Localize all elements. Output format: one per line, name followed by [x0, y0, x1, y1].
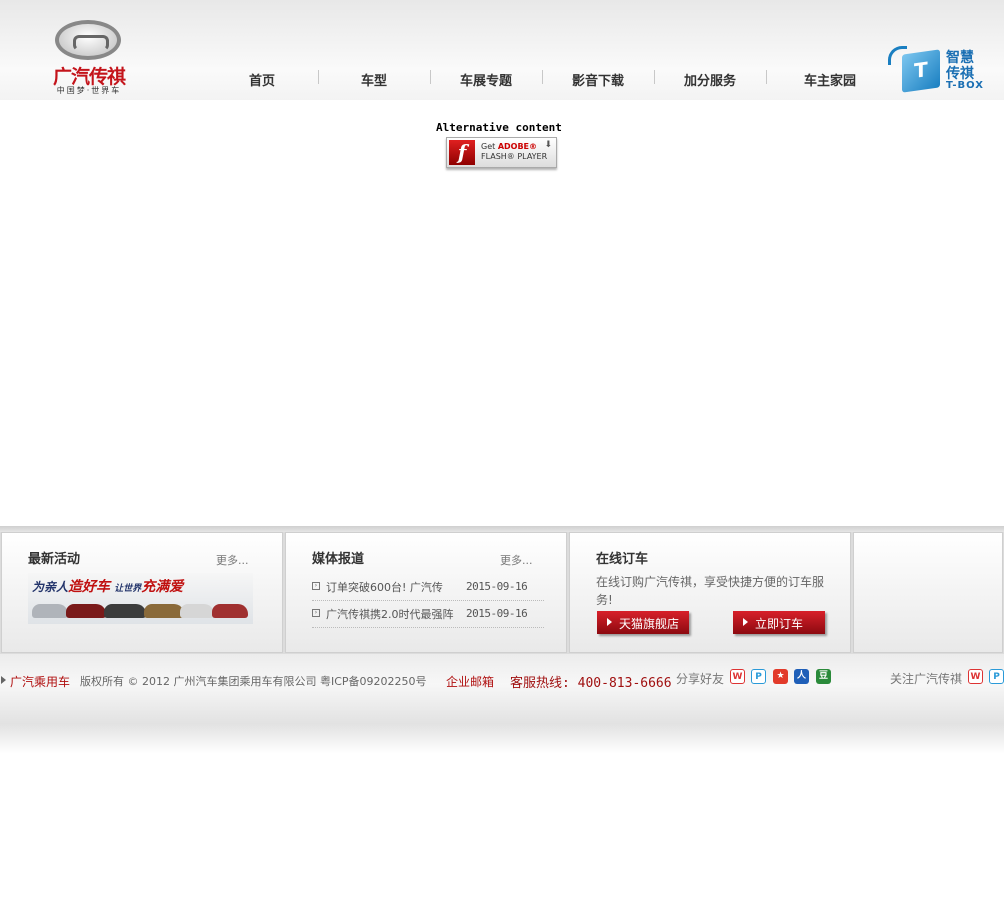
news-date: 2015-09-16	[466, 580, 528, 593]
flash-alternative-content: Alternative content	[436, 121, 562, 134]
latest-activities-panel: 最新活动 更多... 为亲人造好车 让世界充满爱	[1, 532, 283, 653]
car-image	[212, 604, 248, 618]
nav-home[interactable]: 首页	[206, 70, 318, 89]
nav-models[interactable]: 车型	[318, 70, 430, 89]
media-title: 媒体报道	[312, 552, 365, 567]
nav-owners-home[interactable]: 车主家园	[774, 70, 886, 89]
media-more-link[interactable]: 更多...	[500, 552, 533, 568]
site-footer: 广汽乘用车 版权所有 © 2012 广州汽车集团乘用车有限公司 粤ICP备092…	[0, 654, 1004, 754]
follow-label: 关注广汽传祺	[890, 672, 963, 686]
activity-promo-banner[interactable]: 为亲人造好车 让世界充满爱	[28, 573, 253, 624]
order-description: 在线订购广汽传祺，享受快捷方便的订车服务!	[596, 575, 825, 607]
gac-trumpchi-logo[interactable]: 广汽传祺 中国梦·世界车	[40, 18, 138, 96]
news-title: 订单突破600台! 广汽传	[326, 581, 443, 594]
order-title: 在线订车	[596, 552, 649, 567]
nav-auto-show[interactable]: 车展专题	[430, 70, 542, 89]
order-now-button[interactable]: 立即订车	[733, 611, 825, 634]
site-header: 广汽传祺 中国梦·世界车 首页 车型 车展专题 影音下载 加分服务 车主家园 智…	[0, 0, 1004, 100]
info-panels: 最新活动 更多... 为亲人造好车 让世界充满爱 媒体报道 更多... › 订单…	[0, 532, 1004, 654]
download-arrow-icon: ⬇	[544, 140, 552, 150]
nav-media-download[interactable]: 影音下载	[542, 70, 654, 89]
car-image	[66, 604, 106, 618]
weibo-share-icon[interactable]: W	[730, 669, 745, 684]
tbox-title: 智慧传祺	[946, 50, 974, 82]
qzone-share-icon[interactable]: ★	[773, 669, 788, 684]
service-hotline: 客服热线: 400-813-6666	[510, 676, 672, 691]
play-arrow-icon	[743, 618, 748, 626]
logo-slogan: 中国梦·世界车	[56, 86, 122, 95]
car-image	[104, 604, 146, 618]
car-image	[32, 604, 68, 618]
car-image	[144, 604, 184, 618]
footer-brand-link[interactable]: 广汽乘用车	[10, 673, 70, 690]
activities-title: 最新活动	[28, 552, 81, 567]
tencent-weibo-share-icon[interactable]: P	[751, 669, 766, 684]
get-flash-player-button[interactable]: f Get ADOBE® FLASH® PLAYER ⬇	[446, 137, 557, 168]
tbox-logo[interactable]: 智慧传祺 T-BOX	[888, 44, 992, 96]
flash-badge-line2: FLASH® PLAYER	[481, 152, 548, 161]
corporate-mail-link[interactable]: 企业邮箱	[446, 673, 494, 690]
bullet-arrow-icon: ›	[312, 582, 320, 590]
car-image	[180, 604, 214, 618]
gac-emblem-icon	[55, 20, 121, 60]
news-date: 2015-09-16	[466, 607, 528, 620]
promo-slogan: 为亲人造好车 让世界充满爱	[32, 579, 184, 595]
tmall-store-button[interactable]: 天猫旗舰店	[597, 611, 689, 634]
share-label: 分享好友	[676, 672, 725, 686]
copyright-text: 版权所有 © 2012 广州汽车集团乘用车有限公司 粤ICP备09202250号	[80, 675, 427, 688]
nav-plus-service[interactable]: 加分服务	[654, 70, 766, 89]
nav-divider	[766, 70, 767, 84]
flash-badge-line1: Get ADOBE®	[481, 142, 538, 151]
weibo-follow-icon[interactable]: W	[968, 669, 983, 684]
douban-share-icon[interactable]: 豆	[816, 669, 831, 684]
order-now-label: 立即订车	[755, 617, 804, 631]
online-order-panel: 在线订车 在线订购广汽传祺，享受快捷方便的订车服务! 天猫旗舰店 立即订车	[569, 532, 851, 653]
footer-arrow-icon	[1, 676, 6, 684]
tbox-subtitle: T-BOX	[946, 80, 984, 91]
flash-icon: f	[449, 140, 475, 165]
tmall-store-label: 天猫旗舰店	[619, 617, 680, 631]
tencent-weibo-follow-icon[interactable]: P	[989, 669, 1004, 684]
bullet-arrow-icon: ›	[312, 609, 320, 617]
play-arrow-icon	[607, 618, 612, 626]
news-item[interactable]: › 广汽传祺携2.0时代最强阵 2015-09-16	[312, 601, 544, 628]
news-title: 广汽传祺携2.0时代最强阵	[326, 608, 454, 621]
renren-share-icon[interactable]: 人	[794, 669, 809, 684]
empty-panel	[853, 532, 1003, 653]
news-item[interactable]: › 订单突破600台! 广汽传 2015-09-16	[312, 574, 544, 601]
media-reports-panel: 媒体报道 更多... › 订单突破600台! 广汽传 2015-09-16 › …	[285, 532, 567, 653]
activities-more-link[interactable]: 更多...	[216, 552, 249, 568]
tbox-cube-icon	[902, 49, 940, 93]
